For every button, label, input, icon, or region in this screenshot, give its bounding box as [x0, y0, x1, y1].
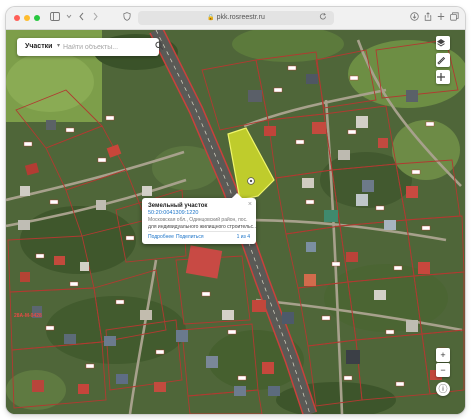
cadastral-number[interactable]: 50:20:0041309:1220	[148, 210, 198, 216]
layers-icon[interactable]	[436, 36, 450, 50]
tabs-icon[interactable]	[450, 11, 459, 25]
maximize-window-button[interactable]	[34, 15, 40, 21]
map-view[interactable]: 28А-М-0428 Участки ▾ + − ⓘ Земельный уча…	[6, 30, 465, 414]
browser-window: 🔒 pkk.rosreestr.ru 28А-М-0428 Участки ▾ …	[6, 7, 465, 414]
download-icon[interactable]	[410, 11, 419, 25]
info-icon[interactable]: ⓘ	[436, 382, 450, 396]
popup-title: Земельный участок	[148, 203, 208, 209]
reload-icon[interactable]	[319, 11, 327, 25]
close-window-button[interactable]	[14, 15, 20, 21]
select-icon[interactable]	[436, 70, 450, 84]
parcel-permitted-use: для индивидуального жилищного строительс…	[148, 224, 258, 230]
address-bar[interactable]: 🔒 pkk.rosreestr.ru	[138, 11, 334, 25]
search-bar[interactable]: Участки ▾	[17, 38, 164, 56]
sidebar-icon[interactable]	[50, 11, 60, 25]
minimize-window-button[interactable]	[24, 15, 30, 21]
chevron-right-icon[interactable]	[92, 11, 99, 25]
zoom-out-button[interactable]: −	[436, 363, 450, 377]
chevron-left-icon[interactable]	[78, 11, 85, 25]
share-icon[interactable]	[424, 11, 432, 25]
chevron-down-icon[interactable]: ▾	[57, 42, 60, 49]
road-label: 28А-М-0428	[14, 313, 42, 319]
parcel-marker-icon[interactable]	[247, 177, 255, 185]
popup-pager[interactable]: 1 из 4	[237, 234, 250, 240]
chevron-down-icon[interactable]	[66, 11, 72, 25]
browser-toolbar: 🔒 pkk.rosreestr.ru	[6, 7, 465, 30]
close-icon[interactable]: ×	[248, 201, 252, 208]
shield-icon[interactable]	[123, 11, 131, 25]
parcel-address: Московская обл., Одинцовский район, пос.	[148, 217, 248, 223]
lock-icon: 🔒	[207, 15, 215, 21]
details-link[interactable]: Подробнее	[148, 234, 174, 240]
zoom-in-button[interactable]: +	[436, 348, 450, 362]
search-input[interactable]	[63, 41, 145, 53]
ruler-icon[interactable]	[436, 53, 450, 67]
address-text: pkk.rosreestr.ru	[216, 14, 265, 21]
popup-divider	[148, 231, 250, 232]
new-tab-icon[interactable]	[437, 11, 445, 25]
parcel-info-popup: Земельный участок × 50:20:0041309:1220 М…	[142, 193, 258, 244]
share-link[interactable]: Поделиться	[176, 234, 204, 240]
search-category-select[interactable]: Участки	[25, 43, 52, 50]
